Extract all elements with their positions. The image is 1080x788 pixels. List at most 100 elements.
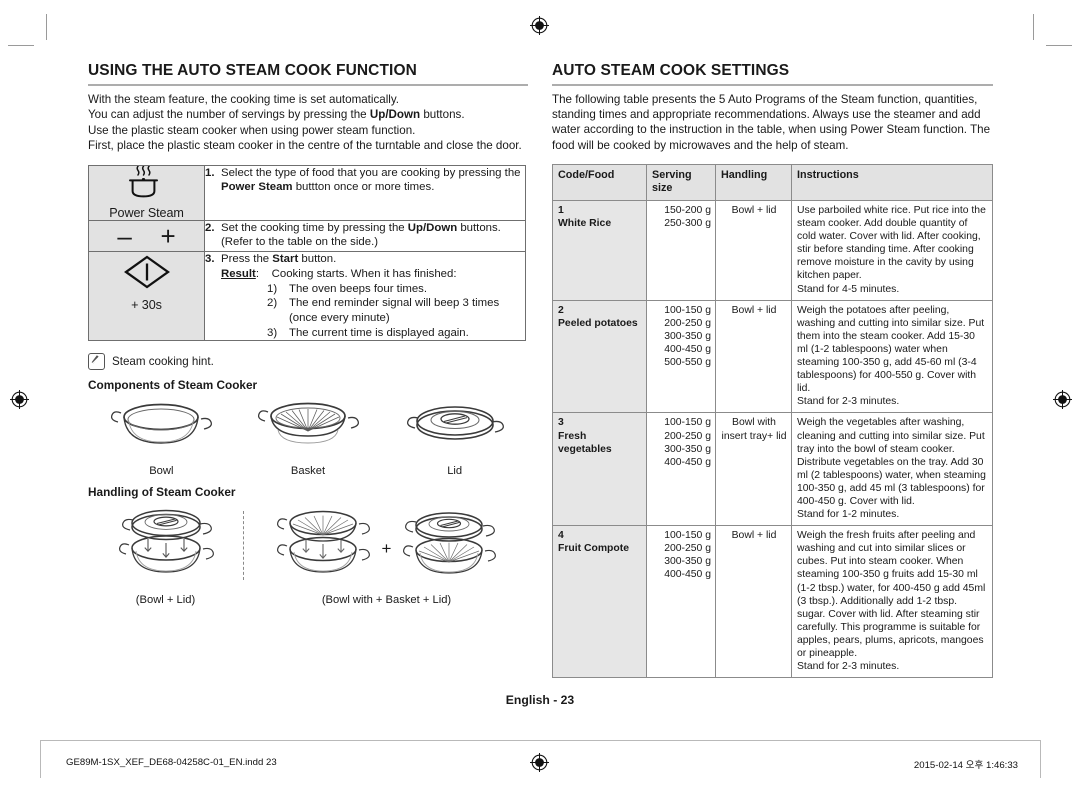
cell-stand-text: Stand for 1-2 minutes.: [797, 509, 900, 521]
cell-code-food: 4 Fruit Compote: [552, 525, 647, 679]
page-number-footer: English - 23: [505, 693, 575, 707]
print-timestamp-footer: 2015-02-14 오후 1:46:33: [913, 760, 1018, 771]
cell-food: Peeled potatoes: [558, 317, 638, 329]
cell-serving-size: 150-200 g 250-300 g: [646, 200, 716, 301]
basket-icon: [256, 402, 360, 462]
manual-page: USING THE AUTO STEAM COOK FUNCTION With …: [88, 62, 993, 722]
step-row-3: + 30s 3. Press the Start button. Result: …: [88, 250, 526, 342]
registration-mark-top: [530, 16, 549, 35]
cell-instructions: Weigh the fresh fruits after peeling and…: [791, 525, 993, 679]
cell-code: 3: [558, 417, 564, 429]
step-3-body: Press the Start button. Result: Cooking …: [221, 252, 521, 341]
left-column: USING THE AUTO STEAM COOK FUNCTION With …: [88, 62, 528, 606]
step-row-2: – + 2. Set the cooking time by pressing t…: [88, 219, 526, 252]
step-1-number: 1.: [205, 166, 215, 179]
cell-handling: Bowl + lid: [715, 200, 792, 301]
bowl-icon: [109, 403, 213, 462]
cell-stand-text: Stand for 2-3 minutes.: [797, 396, 900, 408]
result-item-number: 2): [267, 297, 278, 310]
right-section-title: AUTO STEAM COOK SETTINGS: [552, 62, 993, 86]
table-row: 3 Fresh vegetables 100-150 g 200-250 g 3…: [552, 412, 993, 527]
up-down-key[interactable]: – +: [88, 219, 205, 252]
start-key-label: + 30s: [131, 297, 162, 312]
right-column: AUTO STEAM COOK SETTINGS The following t…: [552, 62, 993, 679]
right-intro-line-2: standing times and appropriate recommend…: [552, 108, 981, 122]
result-item-text: The current time is displayed again.: [289, 326, 469, 339]
right-intro: The following table presents the 5 Auto …: [552, 92, 993, 153]
handling-plus-icon: +: [381, 538, 392, 558]
step-1-text-a: Select the type of food that you are coo…: [221, 166, 521, 179]
column-header-serving-size: Serving size: [646, 163, 716, 202]
left-intro-line-4: First, place the plastic steam cooker in…: [88, 139, 522, 153]
result-item: 3) The current time is displayed again.: [267, 326, 521, 341]
step-2-text-bold: Up/Down: [407, 221, 458, 234]
right-intro-line-3: water according to the instruction in th…: [552, 123, 968, 137]
print-filename-footer: GE89M-1SX_XEF_DE68-04258C-01_EN.indd 23: [66, 757, 277, 768]
component-bowl: Bowl: [88, 400, 235, 477]
crop-mark-top-right-horizontal: [1046, 45, 1072, 46]
minus-icon[interactable]: –: [117, 221, 131, 251]
step-2-text: 2. Set the cooking time by pressing the U…: [204, 219, 526, 252]
left-intro-line-2: You can adjust the number of servings by…: [88, 108, 465, 122]
component-basket-caption: Basket: [290, 465, 326, 478]
component-basket: Basket: [235, 400, 382, 477]
table-row: 1 White Rice 150-200 g 250-300 g Bowl + …: [552, 200, 993, 301]
result-item: 1) The oven beeps four times.: [267, 282, 521, 297]
start-diamond-icon: [121, 255, 173, 296]
cell-code-food: 2 Peeled potatoes: [552, 299, 647, 414]
component-bowl-caption: Bowl: [149, 465, 174, 478]
column-header-instructions: Instructions: [791, 163, 993, 202]
plus-icon[interactable]: +: [160, 221, 175, 251]
result-intro: : Cooking starts. When it has finished:: [255, 268, 457, 281]
note-pencil-icon: [88, 353, 105, 371]
cell-food: Fresh vegetables: [558, 430, 612, 455]
step-row-1: Power Steam 1. Select the type of food th…: [88, 164, 526, 221]
component-lid-caption: Lid: [447, 465, 463, 478]
right-intro-line-1: The following table presents the 5 Auto …: [552, 93, 978, 106]
cell-code: 1: [558, 205, 564, 216]
cell-serving-size: 100-150 g 200-250 g 300-350 g 400-450 g: [646, 412, 716, 527]
cell-stand-text: Stand for 4-5 minutes.: [797, 283, 900, 295]
cell-code-food: 1 White Rice: [552, 200, 647, 301]
result-label: Result: [221, 268, 256, 281]
step-3-text: 3. Press the Start button. Result: Cookin…: [204, 250, 526, 342]
left-section-title: USING THE AUTO STEAM COOK FUNCTION: [88, 62, 528, 86]
handling-figures: (Bowl + Lid) + (Bowl with + Basket + Lid…: [88, 505, 528, 606]
components-figures: Bowl Basket Lid: [88, 400, 528, 477]
step-3-number: 3.: [205, 252, 215, 265]
cell-code: 2: [558, 304, 564, 316]
step-2-body: Set the cooking time by pressing the Up/…: [221, 221, 521, 250]
handling-title: Handling of Steam Cooker: [88, 485, 236, 500]
start-key[interactable]: + 30s: [88, 250, 205, 342]
table-row: 4 Fruit Compote 100-150 g 200-250 g 300-…: [552, 525, 993, 679]
crop-mark-top-right-vertical: [1033, 14, 1034, 40]
result-item: 2) The end reminder signal will beep 3 ti…: [267, 296, 521, 325]
column-header-code-food: Code/Food: [552, 163, 647, 202]
left-intro-line-1: With the steam feature, the cooking time…: [88, 93, 400, 106]
steam-cooking-hint: Steam cooking hint.: [88, 353, 528, 371]
cell-food: White Rice: [558, 218, 612, 230]
steam-pot-icon: [126, 165, 168, 204]
step-3-text-c: button.: [298, 252, 337, 265]
step-1-text: 1. Select the type of food that you are c…: [204, 164, 526, 221]
settings-table-header-row: Code/Food Serving size Handling Instruct…: [552, 163, 993, 202]
step-3-text-bold: Start: [272, 252, 299, 265]
cell-instructions-text: Weigh the potatoes after peeling, washin…: [797, 304, 985, 395]
column-header-handling: Handling: [715, 163, 792, 202]
cell-instructions-text: Weigh the fresh fruits after peeling and…: [797, 530, 986, 659]
power-steam-key[interactable]: Power Steam: [88, 164, 205, 221]
bowl-with-basket-icon: [271, 505, 376, 592]
footer-bar-right: [1040, 740, 1041, 778]
step-1-text-bold: Power Steam: [221, 181, 293, 194]
auto-steam-settings-table: Code/Food Serving size Handling Instruct…: [552, 163, 993, 679]
step-3-text-a: Press the: [221, 252, 273, 265]
result-item-number: 3): [267, 326, 278, 339]
footer-rule: [40, 740, 1040, 741]
left-intro-line-3: Use the plastic steam cooker when using …: [88, 123, 416, 137]
registration-mark-right: [1053, 390, 1072, 409]
component-lid: Lid: [381, 400, 528, 477]
cell-instructions: Use parboiled white rice. Put rice into …: [791, 200, 993, 301]
step-1-body: Select the type of food that you are coo…: [221, 166, 521, 195]
cell-instructions: Weigh the potatoes after peeling, washin…: [791, 299, 993, 414]
registration-mark-left: [10, 390, 29, 409]
